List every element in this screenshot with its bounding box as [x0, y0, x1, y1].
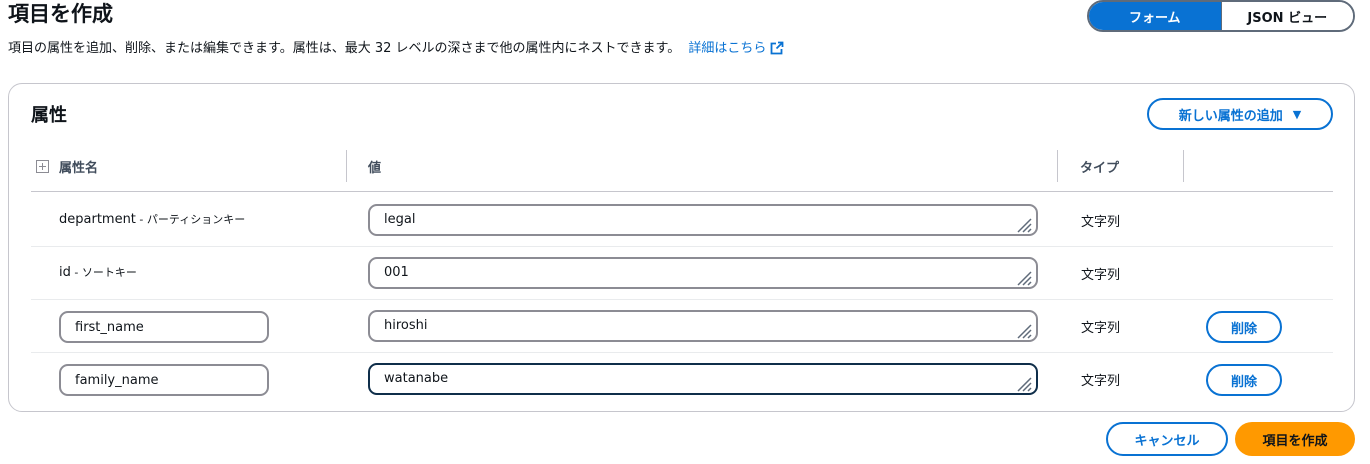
- attribute-type: 文字列: [1081, 215, 1121, 230]
- column-name-label: 属性名: [59, 160, 99, 176]
- column-header-value: 値: [368, 160, 382, 176]
- delete-attribute-button[interactable]: 削除: [1206, 311, 1282, 343]
- column-divider[interactable]: [1057, 150, 1058, 182]
- json-view-tab[interactable]: JSON ビュー: [1220, 2, 1353, 30]
- create-item-button[interactable]: 項目を作成: [1235, 422, 1355, 456]
- attribute-name: id: [59, 265, 71, 280]
- cancel-button[interactable]: キャンセル: [1106, 422, 1228, 456]
- value-input[interactable]: legal: [368, 204, 1038, 236]
- page-title: 項目を作成: [8, 2, 113, 26]
- attribute-name-input[interactable]: [59, 311, 269, 343]
- page-description: 項目の属性を追加、削除、または編集できます。属性は、最大 32 レベルの深さまで…: [8, 37, 784, 56]
- column-divider[interactable]: [1183, 150, 1184, 182]
- attribute-row-department: department - パーティションキー legal 文字列: [31, 194, 1333, 247]
- attributes-table-header: 属性名 値 タイプ: [31, 148, 1333, 192]
- external-link-icon: [770, 41, 784, 55]
- attributes-panel: 属性 新しい属性の追加 ▼ 属性名 値 タイプ department - パーテ…: [8, 83, 1355, 412]
- add-attribute-label: 新しい属性の追加: [1178, 108, 1283, 124]
- attribute-row-family-name: watanabe 文字列 削除: [31, 353, 1333, 406]
- value-input[interactable]: watanabe: [368, 363, 1038, 395]
- attributes-title: 属性: [31, 105, 67, 126]
- column-header-type: タイプ: [1080, 160, 1120, 176]
- attribute-name-input[interactable]: [59, 364, 269, 396]
- description-text: 項目の属性を追加、削除、または編集できます。属性は、最大 32 レベルの深さまで…: [8, 41, 681, 56]
- attribute-row-first-name: hiroshi 文字列 削除: [31, 300, 1333, 353]
- learn-more-link[interactable]: 詳細はこちら: [688, 41, 784, 56]
- delete-attribute-button[interactable]: 削除: [1206, 364, 1282, 396]
- attribute-row-id: id - ソートキー 001 文字列: [31, 247, 1333, 300]
- view-toggle: フォーム JSON ビュー: [1087, 0, 1355, 32]
- learn-more-label: 詳細はこちら: [688, 41, 767, 56]
- value-input[interactable]: 001: [368, 257, 1038, 289]
- expand-all-icon[interactable]: [36, 159, 49, 173]
- column-header-name: 属性名: [36, 148, 98, 184]
- attribute-type: 文字列: [1081, 321, 1121, 336]
- key-role-label: - パーティションキー: [135, 213, 246, 226]
- key-role-label: - ソートキー: [70, 266, 137, 279]
- add-attribute-button[interactable]: 新しい属性の追加 ▼: [1147, 98, 1333, 130]
- attribute-name-label: id - ソートキー: [59, 264, 137, 280]
- column-divider[interactable]: [346, 150, 347, 182]
- form-view-tab[interactable]: フォーム: [1089, 2, 1221, 30]
- attribute-name-label: department - パーティションキー: [59, 211, 245, 227]
- caret-down-icon: ▼: [1292, 107, 1302, 121]
- attribute-type: 文字列: [1081, 374, 1121, 389]
- value-input[interactable]: hiroshi: [368, 310, 1038, 342]
- attribute-name: department: [59, 212, 136, 227]
- attribute-type: 文字列: [1081, 268, 1121, 283]
